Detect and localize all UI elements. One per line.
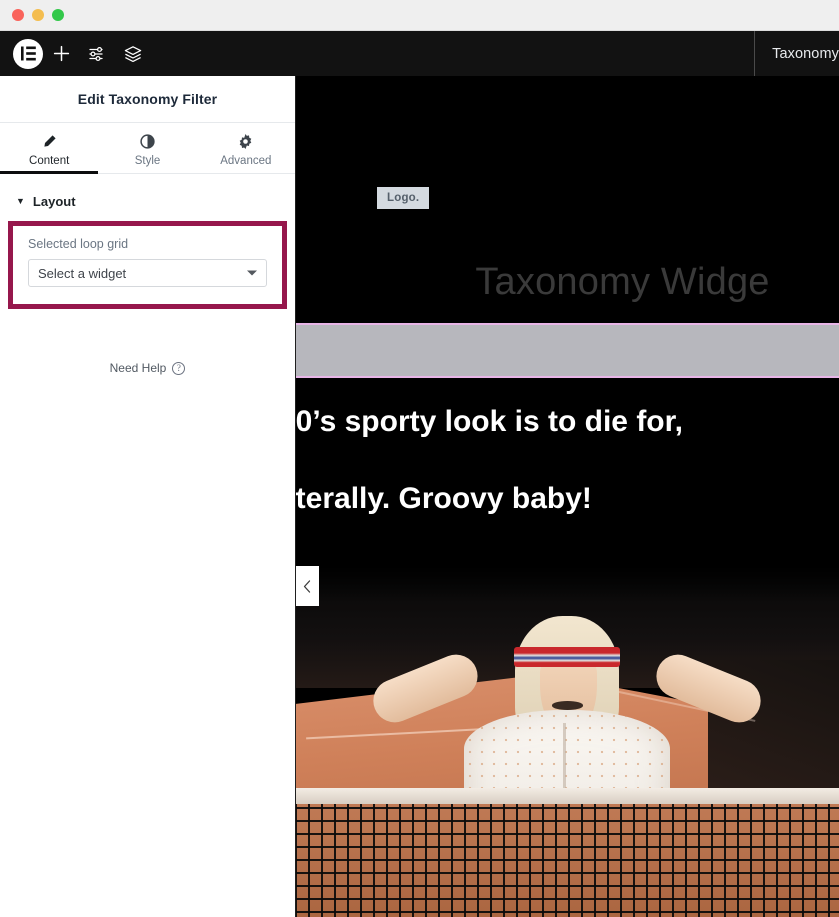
zoom-window-button[interactable]	[52, 9, 64, 21]
tennis-photo	[295, 566, 839, 917]
featured-image[interactable]	[295, 566, 839, 917]
sliders-icon[interactable]	[79, 31, 115, 76]
editor-panel: Edit Taxonomy Filter Content Styl	[0, 76, 296, 917]
section-layout-title: Layout	[33, 194, 76, 209]
document-title[interactable]: Taxonomy	[755, 46, 839, 62]
panel-tabs: Content Style Advanced	[0, 123, 295, 174]
plus-icon[interactable]	[43, 31, 79, 76]
selected-loop-grid-label: Selected loop grid	[28, 237, 267, 251]
need-help-label: Need Help	[110, 361, 167, 375]
question-circle-icon: ?	[172, 362, 185, 375]
tab-content-label: Content	[29, 155, 69, 167]
editor-top-toolbar: Taxonomy	[0, 31, 839, 76]
photo-net-tape	[295, 788, 839, 804]
need-help-link[interactable]: Need Help ?	[0, 361, 295, 375]
chevron-down-icon	[247, 271, 257, 276]
panel-title: Edit Taxonomy Filter	[78, 91, 217, 107]
hero-heading[interactable]: Taxonomy Widge	[203, 261, 839, 304]
half-circle-icon	[140, 134, 155, 149]
post-title-line-2: literally. Groovy baby!	[279, 484, 592, 514]
tab-content[interactable]: Content	[0, 123, 98, 173]
elementor-editor-window: Logo. Taxonomy Widge 60’s sporty look is…	[0, 0, 839, 917]
photo-mustache	[552, 701, 582, 710]
selected-loop-grid-control: Selected loop grid Select a widget	[8, 221, 287, 309]
panel-header: Edit Taxonomy Filter	[0, 76, 295, 123]
pencil-icon	[42, 134, 57, 149]
nav-menu-bar[interactable]	[295, 323, 839, 378]
minimize-window-button[interactable]	[32, 9, 44, 21]
layers-icon[interactable]	[115, 31, 151, 76]
selected-loop-grid-select[interactable]: Select a widget	[28, 259, 267, 287]
chevron-left-icon[interactable]	[295, 566, 319, 606]
selected-loop-grid-value: Select a widget	[38, 266, 126, 281]
elementor-logo-icon[interactable]	[13, 39, 43, 69]
photo-headband	[514, 647, 621, 667]
caret-down-icon: ▼	[16, 197, 25, 206]
section-layout-header[interactable]: ▼ Layout	[0, 174, 295, 221]
photo-tennis-net	[295, 804, 839, 917]
close-window-button[interactable]	[12, 9, 24, 21]
post-title-line-1: 60’s sporty look is to die for,	[279, 407, 683, 437]
tab-style-label: Style	[135, 155, 161, 167]
tab-advanced-label: Advanced	[220, 155, 271, 167]
window-title-bar	[0, 0, 839, 31]
tab-advanced[interactable]: Advanced	[197, 123, 295, 173]
tab-style[interactable]: Style	[98, 123, 196, 173]
site-logo-badge[interactable]: Logo.	[377, 187, 429, 209]
photo-top-gradient	[295, 566, 839, 602]
gear-icon	[238, 134, 253, 149]
